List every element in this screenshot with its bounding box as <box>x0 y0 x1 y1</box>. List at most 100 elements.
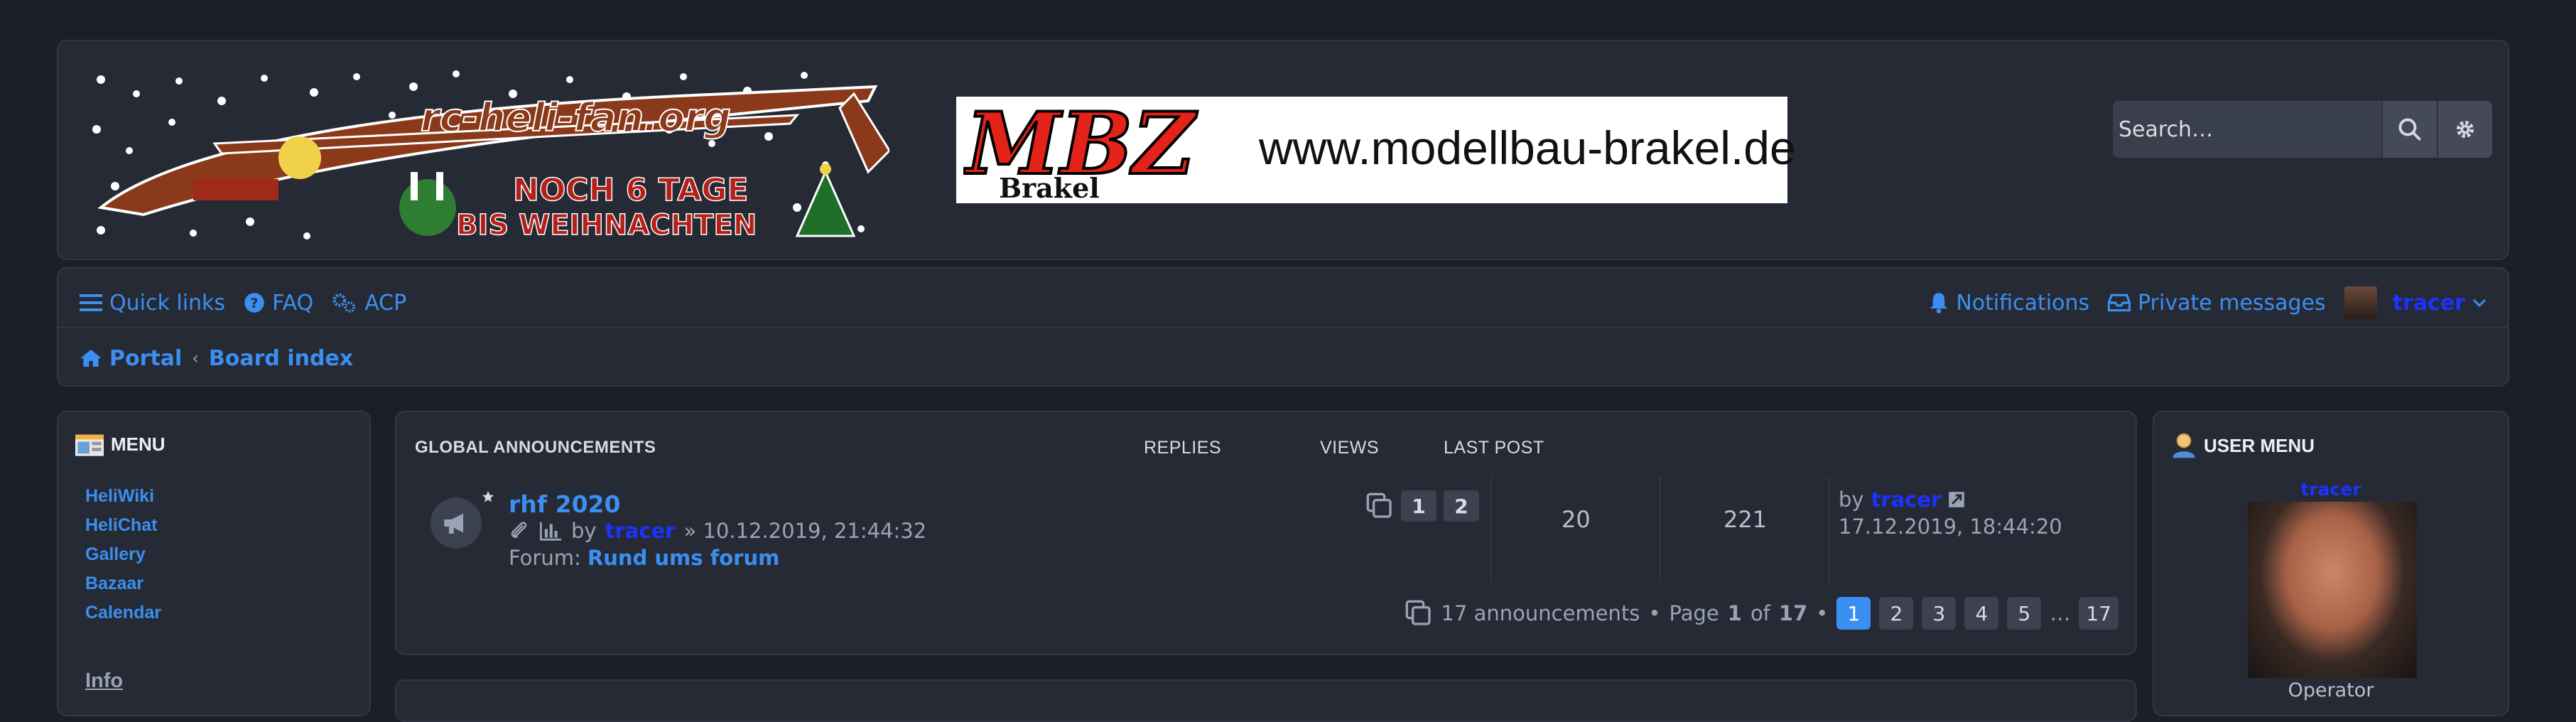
menu-item-bazaar[interactable]: Bazaar <box>85 569 161 598</box>
inbox-icon <box>2108 293 2131 312</box>
of-word: of <box>1750 601 1770 625</box>
nav-main-row: Quick links ? FAQ ACP Notifications Priv… <box>80 283 2486 323</box>
menu-item-gallery[interactable]: Gallery <box>85 540 161 569</box>
chevron-down-icon <box>2472 298 2486 308</box>
sponsor-banner[interactable]: MBZ Brakel www.modellbau-brakel.de <box>956 97 1796 203</box>
topic-page-2[interactable]: 2 <box>1444 490 1479 522</box>
faq-label: FAQ <box>272 290 314 316</box>
nav-user-items: Notifications Private messages tracer <box>1929 286 2486 319</box>
page-button-1[interactable]: 1 <box>1836 597 1871 630</box>
private-messages-link[interactable]: Private messages <box>2108 291 2326 316</box>
col-replies: REPLIES <box>1144 438 1222 458</box>
replies-count: 20 <box>1562 506 1591 533</box>
info-section-title[interactable]: Info <box>85 669 123 693</box>
quick-links-menu[interactable]: Quick links <box>80 291 225 316</box>
breadcrumb-portal[interactable]: Portal <box>80 346 182 371</box>
search-box <box>2113 101 2492 158</box>
svg-text:rc-heli-fan.org: rc-heli-fan.org <box>421 95 731 140</box>
current-page-number: 1 <box>1727 601 1742 625</box>
breadcrumb-board-index-label: Board index <box>208 345 354 371</box>
site-header: rc-heli-fan.org NOCH 6 TAGE BIS WEIHNACH… <box>57 40 2509 260</box>
search-icon <box>2398 118 2421 141</box>
copy-pages-icon <box>1405 600 1431 625</box>
forum-label: Forum: <box>509 546 581 570</box>
forum-link[interactable]: Rund ums forum <box>588 546 779 570</box>
quick-links-label: Quick links <box>109 290 226 316</box>
private-messages-label: Private messages <box>2138 290 2326 316</box>
search-input[interactable] <box>2113 101 2380 158</box>
topic-meta: by tracer » 10.12.2019, 21:44:32 <box>509 519 926 543</box>
left-menu-list: HeliWiki HeliChat Gallery Bazaar Calenda… <box>85 482 161 627</box>
menu-item-heliwiki[interactable]: HeliWiki <box>85 482 161 511</box>
christmas-logo-graphic: rc-heli-fan.org NOCH 6 TAGE BIS WEIHNACH… <box>92 70 891 242</box>
chevron-left-icon: ‹ <box>192 348 199 368</box>
topic-title-link[interactable]: rhf 2020 <box>509 490 620 518</box>
cogs-icon <box>332 293 356 313</box>
last-post-author-link[interactable]: tracer <box>1871 486 1942 513</box>
forum-list-block <box>395 679 2137 722</box>
topic-page-1[interactable]: 1 <box>1401 490 1436 522</box>
avatar <box>2344 286 2377 319</box>
announcement-icon <box>431 497 482 549</box>
acp-label: ACP <box>364 290 407 316</box>
notifications-link[interactable]: Notifications <box>1929 291 2089 316</box>
user-menu-block: USER MENU tracer Operator <box>2153 411 2509 716</box>
left-menu-block: MENU HeliWiki HeliChat Gallery Bazaar Ca… <box>57 411 371 716</box>
nav-divider <box>58 327 2508 328</box>
hamburger-icon <box>80 294 102 311</box>
col-last-post: LAST POST <box>1444 438 1544 458</box>
site-logo[interactable]: rc-heli-fan.org NOCH 6 TAGE BIS WEIHNACH… <box>87 65 891 246</box>
user-avatar[interactable] <box>2248 502 2417 678</box>
views-count: 221 <box>1723 506 1768 533</box>
svg-text:NOCH 6 TAGE: NOCH 6 TAGE <box>513 172 748 208</box>
left-menu-header: MENU <box>75 432 166 456</box>
column-divider <box>1660 476 1661 583</box>
page-button-5[interactable]: 5 <box>2007 597 2042 630</box>
advanced-search-button[interactable] <box>2437 101 2492 158</box>
copy-pages-icon <box>1366 492 1392 518</box>
menu-list-icon <box>75 434 104 456</box>
search-button[interactable] <box>2381 101 2437 158</box>
faq-link[interactable]: ? FAQ <box>244 291 313 316</box>
menu-item-helichat[interactable]: HeliChat <box>85 511 161 540</box>
announcements-count: 17 announcements <box>1441 601 1640 625</box>
svg-text:Brakel: Brakel <box>999 172 1100 200</box>
home-icon <box>80 350 102 367</box>
column-divider <box>1829 476 1830 583</box>
table-row: rhf 2020 by tracer » 10.12.2019, 21:44:3… <box>415 476 2120 583</box>
breadcrumb: Portal ‹ Board index <box>80 338 2486 378</box>
goto-post-icon[interactable] <box>1948 491 1965 508</box>
question-circle-icon: ? <box>244 293 264 313</box>
last-post-date: 17.12.2019, 18:44:20 <box>1839 514 2062 539</box>
topic-author-link[interactable]: tracer <box>605 519 676 543</box>
pagination-ellipsis: … <box>2050 601 2071 625</box>
topic-forum: Forum: Rund ums forum <box>509 546 779 570</box>
col-views: VIEWS <box>1320 438 1380 458</box>
bell-icon <box>1930 293 1948 313</box>
total-pages: 17 <box>1778 601 1808 625</box>
page-button-3[interactable]: 3 <box>1922 597 1957 630</box>
menu-item-calendar[interactable]: Calendar <box>85 598 161 627</box>
left-menu-title: MENU <box>111 433 166 455</box>
acp-link[interactable]: ACP <box>332 291 406 316</box>
gear-icon <box>2456 120 2474 139</box>
notifications-label: Notifications <box>1956 290 2090 316</box>
breadcrumb-board-index[interactable]: Board index <box>209 346 353 371</box>
page-button-last[interactable]: 17 <box>2079 597 2118 630</box>
page-word: Page <box>1669 601 1719 625</box>
breadcrumb-portal-label: Portal <box>109 345 183 371</box>
page-button-4[interactable]: 4 <box>1964 597 1999 630</box>
paperclip-icon <box>511 522 527 538</box>
global-announcements-block: GLOBAL ANNOUNCEMENTS REPLIES VIEWS LAST … <box>395 411 2137 655</box>
svg-text:?: ? <box>251 296 259 311</box>
column-divider <box>1490 476 1492 583</box>
announcements-title: GLOBAL ANNOUNCEMENTS <box>415 438 656 457</box>
megaphone-icon <box>444 513 463 534</box>
user-icon <box>2172 433 2195 458</box>
user-dropdown[interactable]: tracer <box>2344 286 2486 319</box>
user-menu-header: USER MENU <box>2171 432 2315 459</box>
announcements-pagination: 17 announcements • Page 1 of 17 • 1 2 3 … <box>1405 597 2118 630</box>
mbz-logo: MBZ Brakel <box>963 99 1199 200</box>
user-menu-username[interactable]: tracer <box>2154 479 2508 500</box>
page-button-2[interactable]: 2 <box>1879 597 1914 630</box>
